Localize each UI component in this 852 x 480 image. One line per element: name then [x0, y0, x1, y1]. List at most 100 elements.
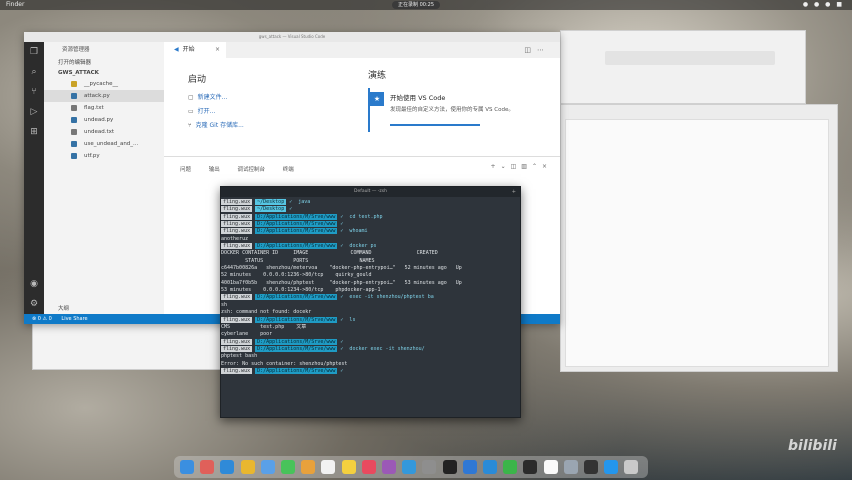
prompt-user: fling.wux [221, 206, 253, 213]
close-panel-icon[interactable]: × [542, 163, 552, 170]
music-icon[interactable] [361, 460, 376, 474]
file-name: flag.txt [84, 105, 104, 111]
prompt-user: fling.wux [221, 316, 253, 323]
maximize-panel-icon[interactable]: ⌃ [532, 163, 542, 170]
file-item[interactable]: use_undead_and_... [44, 138, 164, 150]
account-icon[interactable]: ◉ [24, 274, 44, 294]
run-debug-icon[interactable]: ▷ [24, 102, 44, 122]
outline-section[interactable]: 大纲 [58, 304, 69, 314]
python-icon [71, 93, 77, 99]
terminal-output[interactable]: fling.wux ~/Desktop ✓ java fling.wux ~/De… [221, 197, 520, 375]
qq-icon[interactable] [523, 460, 538, 474]
terminal-line: zsh: command not found: docekr [221, 309, 520, 316]
safari-icon[interactable] [220, 460, 235, 474]
command-text: ✓ [340, 367, 344, 374]
podcasts-icon[interactable] [382, 460, 396, 474]
background-window-document[interactable] [560, 104, 838, 372]
terminal-icon[interactable] [442, 460, 457, 474]
file-item[interactable]: attack.py [44, 90, 164, 102]
prompt-path: D:/Applications/M/Srve/www [255, 294, 338, 301]
new-tab-icon[interactable]: + [512, 187, 516, 197]
split-editor-icon[interactable]: ◫ [524, 46, 537, 54]
open-editors-section[interactable]: 打开的编辑器 [44, 58, 164, 68]
new-file-link[interactable]: ▢ 新建文件... [188, 92, 227, 101]
tab-welcome[interactable]: ◀ 开始 × [164, 42, 226, 58]
text-icon[interactable] [543, 460, 558, 474]
finder-icon[interactable] [180, 460, 194, 474]
manage-gear-icon[interactable]: ⚙ [24, 294, 44, 314]
notes-icon[interactable] [341, 460, 356, 474]
tab-debug-console[interactable]: 调试控制台 [238, 167, 266, 173]
background-document-page [565, 119, 829, 367]
calendar-icon[interactable] [321, 460, 336, 474]
command-text: ✓ [289, 206, 293, 213]
file-item[interactable]: utf.py [44, 150, 164, 162]
terminal-window[interactable]: Default — -zsh + fling.wux ~/Desktop ✓ j… [220, 186, 521, 418]
appstore-icon[interactable] [402, 460, 417, 474]
recording-indicator[interactable]: 正在录制 00:25 [392, 1, 440, 9]
messages-icon[interactable] [281, 460, 295, 474]
terminal-line: fling.wux ~/Desktop ✓ [221, 206, 520, 213]
background-window-bottom[interactable] [32, 318, 234, 370]
mail-icon[interactable] [260, 460, 275, 474]
vscode-icon[interactable] [483, 460, 497, 474]
file-item[interactable]: __pycache__ [44, 78, 164, 90]
terminal-line: cyberlane poor [221, 331, 520, 338]
editor-actions[interactable]: ◫⋯ [524, 42, 550, 58]
preview-icon[interactable] [563, 460, 578, 474]
command-text: ✓ exec -it shenzhou/phptest ba [340, 294, 434, 301]
background-window-top[interactable] [560, 30, 806, 104]
walkthrough-card[interactable]: ★ 开始使用 VS Code 发现最佳的自定义方法，使用你的专属 VS Code… [368, 88, 520, 132]
chrome-icon[interactable] [240, 460, 255, 474]
prompt-path: D:/Applications/M/Srve/www [255, 367, 338, 374]
explorer-icon[interactable]: ❐ [24, 42, 44, 62]
photos-icon[interactable] [301, 460, 316, 474]
terminal-line: phptest bash [221, 353, 520, 360]
trash-icon[interactable] [624, 460, 639, 474]
menu-app-name[interactable]: Finder [6, 0, 24, 10]
prompt-user: fling.wux [221, 199, 253, 205]
dropdown-icon[interactable]: ⌄ [501, 163, 511, 170]
close-tab-icon[interactable]: × [215, 42, 220, 58]
walkthrough-heading: 演练 [368, 71, 387, 81]
tab-terminal[interactable]: 终端 [283, 167, 294, 173]
open-link[interactable]: ▭ 打开... [188, 106, 215, 115]
source-control-icon[interactable]: ⑂ [24, 82, 44, 102]
menu-status-icons[interactable]: ● ● ● ■ [803, 0, 844, 10]
clone-git-link[interactable]: ⑂ 克隆 Git 存储库... [188, 120, 244, 129]
terminal-line: c6447b00826a shenzhou/metervoa "docker-p… [221, 265, 520, 272]
wechat-icon[interactable] [503, 460, 518, 474]
bilibili-watermark: bilibili [788, 438, 837, 454]
terminal-line: fling.wux D:/Applications/M/Srve/www ✓ w… [221, 228, 520, 235]
output-text: 53 minutes 0.0.0.0:1234->80/tcp phpdocke… [221, 287, 381, 294]
terminal-line: fling.wux D:/Applications/M/Srve/www ✓ [221, 221, 520, 228]
prompt-path: D:/Applications/M/Srve/www [255, 213, 338, 220]
file-item[interactable]: undead.py [44, 114, 164, 126]
python-icon [71, 117, 77, 123]
settings-icon[interactable] [422, 460, 437, 474]
more-actions-icon[interactable]: ⋯ [537, 46, 550, 54]
docker-icon[interactable] [604, 460, 619, 474]
tab-problems[interactable]: 问题 [180, 167, 191, 173]
activity-spacer [24, 142, 44, 274]
problems-status[interactable]: ⊗ 0 ⚠ 0 [32, 316, 52, 322]
file-item[interactable]: undead.txt [44, 126, 164, 138]
file-item[interactable]: flag.txt [44, 102, 164, 114]
add-terminal-icon[interactable]: + [491, 163, 501, 170]
output-text: STATUS PORTS NAMES [221, 257, 375, 264]
folder-section[interactable]: GWS_ATTACK [44, 68, 164, 78]
terminal-line: 53 minutes 0.0.0.0:1234->80/tcp phpdocke… [221, 287, 520, 294]
extensions-icon[interactable]: ⊞ [24, 122, 44, 142]
prompt-path: D:/Applications/M/Srve/www [255, 316, 338, 323]
search-icon[interactable]: ⌕ [24, 62, 44, 82]
launchpad-icon[interactable] [200, 460, 215, 474]
activity-icon[interactable] [584, 460, 598, 474]
trash-terminal-icon[interactable]: ▥ [521, 163, 532, 170]
folder-icon [71, 81, 77, 87]
live-share-status[interactable]: Live Share [61, 316, 87, 322]
tab-output[interactable]: 输出 [209, 167, 220, 173]
terminal-line: sh [221, 302, 520, 309]
xcode-icon[interactable] [462, 460, 477, 474]
split-terminal-icon[interactable]: ◫ [511, 163, 522, 170]
python-icon [71, 153, 77, 159]
